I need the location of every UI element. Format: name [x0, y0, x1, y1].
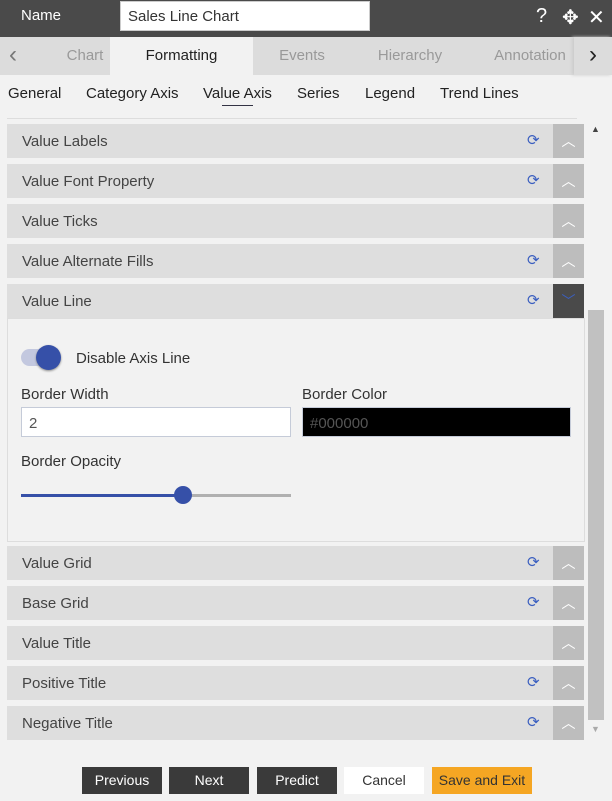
tab-events[interactable]: Events — [253, 37, 351, 75]
header: Name ? ✥ ✕ — [0, 0, 612, 37]
scrollbar[interactable]: ▲ ▼ — [588, 124, 604, 740]
subtab-legend[interactable]: Legend — [365, 85, 415, 102]
section-title: Value Font Property — [22, 173, 155, 190]
section-title: Value Labels — [22, 133, 108, 150]
section-title: Base Grid — [22, 595, 89, 612]
refresh-icon[interactable]: ⟳ — [527, 553, 540, 571]
border-color-input[interactable]: #000000 — [302, 407, 571, 437]
predict-button[interactable]: Predict — [257, 767, 337, 794]
refresh-icon[interactable]: ⟳ — [527, 251, 540, 269]
border-opacity-slider[interactable] — [21, 486, 291, 504]
border-opacity-label: Border Opacity — [21, 453, 122, 470]
subtab-trend-lines[interactable]: Trend Lines — [440, 85, 519, 102]
subtab-series[interactable]: Series — [297, 85, 340, 102]
slider-handle[interactable] — [174, 486, 192, 504]
subtab-category-axis[interactable]: Category Axis — [86, 85, 179, 102]
border-width-input[interactable]: 2 — [21, 407, 291, 437]
section-title: Value Ticks — [22, 213, 98, 230]
scroll-up-icon[interactable]: ▲ — [591, 124, 600, 134]
section-value-grid[interactable]: Value Grid ⟳ ︿ — [7, 546, 584, 580]
chevron-up-icon[interactable]: ︿ — [553, 546, 584, 580]
section-title: Value Alternate Fills — [22, 253, 154, 270]
border-width-label: Border Width — [21, 386, 109, 403]
refresh-icon[interactable]: ⟳ — [527, 171, 540, 189]
next-button[interactable]: Next — [169, 767, 249, 794]
help-icon[interactable]: ? — [536, 5, 547, 28]
chevron-up-icon[interactable]: ︿ — [553, 164, 584, 198]
section-value-labels[interactable]: Value Labels ⟳ ︿ — [7, 124, 584, 158]
subtab-value-axis[interactable]: Value Axis — [203, 85, 272, 106]
chevron-up-icon[interactable]: ︿ — [553, 706, 584, 740]
section-title: Value Line — [22, 293, 92, 310]
section-value-ticks[interactable]: Value Ticks ︿ — [7, 204, 584, 238]
subtab-general[interactable]: General — [8, 85, 61, 102]
divider — [7, 118, 577, 119]
refresh-icon[interactable]: ⟳ — [527, 131, 540, 149]
section-title: Value Grid — [22, 555, 92, 572]
scrollbar-thumb[interactable] — [588, 310, 604, 720]
chevron-up-icon[interactable]: ︿ — [553, 204, 584, 238]
refresh-icon[interactable]: ⟳ — [527, 593, 540, 611]
refresh-icon[interactable]: ⟳ — [527, 291, 540, 309]
chevron-up-icon[interactable]: ︿ — [553, 666, 584, 700]
scroll-down-icon[interactable]: ▼ — [591, 724, 600, 734]
section-base-grid[interactable]: Base Grid ⟳ ︿ — [7, 586, 584, 620]
close-icon[interactable]: ✕ — [588, 5, 605, 30]
previous-button[interactable]: Previous — [82, 767, 162, 794]
chevron-left-icon[interactable]: ‹ — [9, 37, 17, 75]
chevron-up-icon[interactable]: ︿ — [553, 626, 584, 660]
section-value-alternate-fills[interactable]: Value Alternate Fills ⟳ ︿ — [7, 244, 584, 278]
border-color-label: Border Color — [302, 386, 388, 403]
save-and-exit-button[interactable]: Save and Exit — [432, 767, 532, 794]
cancel-button[interactable]: Cancel — [344, 767, 424, 794]
section-positive-title[interactable]: Positive Title ⟳ ︿ — [7, 666, 584, 700]
chevron-up-icon[interactable]: ︿ — [553, 586, 584, 620]
tab-annotation[interactable]: Annotation — [480, 37, 580, 75]
refresh-icon[interactable]: ⟳ — [527, 673, 540, 691]
move-icon[interactable]: ✥ — [562, 5, 579, 30]
disable-axis-line-toggle[interactable] — [21, 345, 61, 370]
tab-hierarchy[interactable]: Hierarchy — [351, 37, 469, 75]
section-value-line[interactable]: Value Line ⟳ ﹀ — [7, 284, 584, 318]
tab-bar: ‹ Chart Formatting Events Hierarchy Anno… — [0, 37, 612, 75]
name-label: Name — [21, 7, 62, 24]
chevron-right-icon[interactable]: › — [574, 37, 612, 75]
tab-formatting[interactable]: Formatting — [110, 37, 253, 75]
toggle-label: Disable Axis Line — [76, 350, 191, 367]
section-negative-title[interactable]: Negative Title ⟳ ︿ — [7, 706, 584, 740]
section-title: Positive Title — [22, 675, 107, 692]
section-value-title[interactable]: Value Title ︿ — [7, 626, 584, 660]
chevron-up-icon[interactable]: ︿ — [553, 244, 584, 278]
section-value-font-property[interactable]: Value Font Property ⟳ ︿ — [7, 164, 584, 198]
name-input[interactable] — [120, 1, 370, 31]
section-title: Negative Title — [22, 715, 113, 732]
chevron-down-icon[interactable]: ﹀ — [553, 284, 584, 318]
refresh-icon[interactable]: ⟳ — [527, 713, 540, 731]
value-line-panel: Disable Axis Line Border Width 2 Border … — [7, 318, 585, 542]
section-title: Value Title — [22, 635, 91, 652]
chevron-up-icon[interactable]: ︿ — [553, 124, 584, 158]
